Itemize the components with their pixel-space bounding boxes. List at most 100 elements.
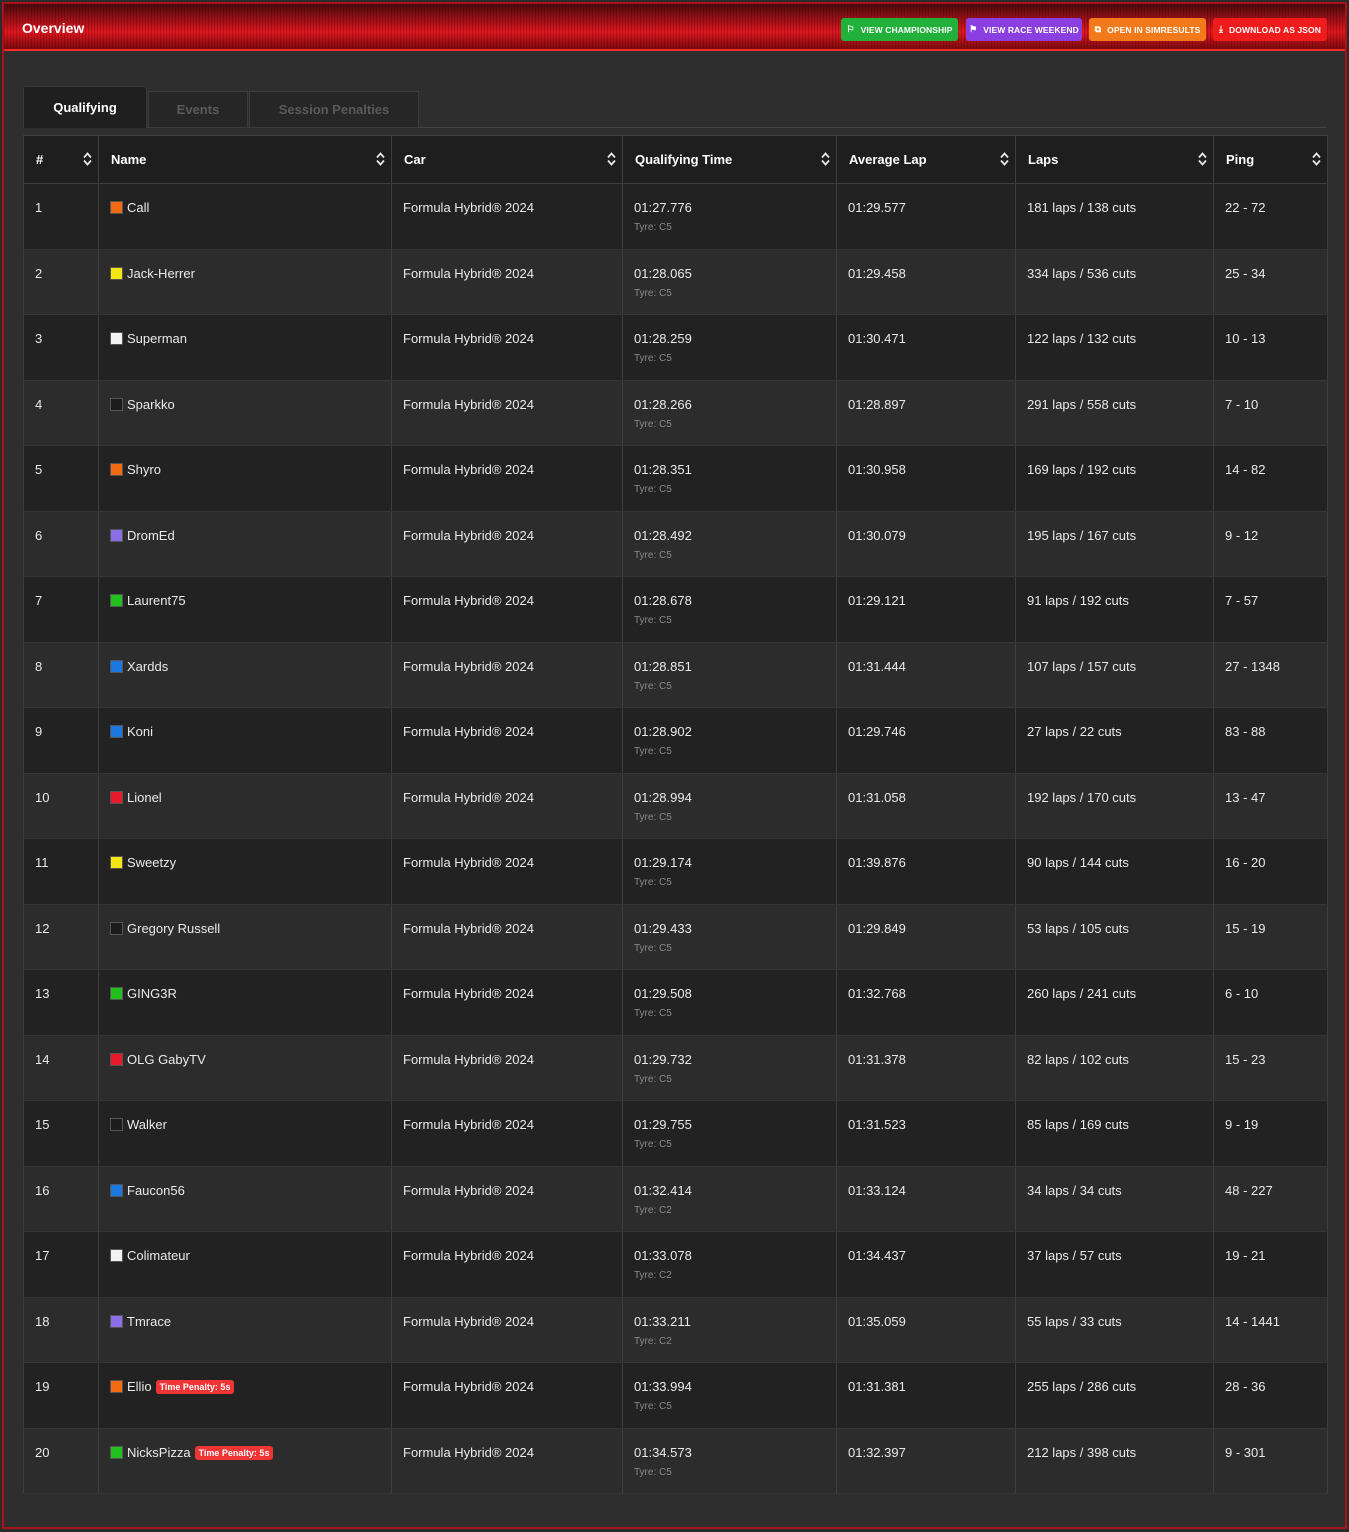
cell-average-lap: 01:30.079 <box>836 511 1016 577</box>
driver-name[interactable]: Shyro <box>127 462 161 477</box>
driver-name[interactable]: Superman <box>127 331 187 346</box>
session-tabs: Qualifying Events Session Penalties <box>23 86 1327 128</box>
cell-laps: 34 laps / 34 cuts <box>1015 1166 1214 1232</box>
table-row[interactable]: 3 Superman Formula Hybrid® 2024 01:28.259 Ty… <box>23 314 1328 381</box>
driver-color-swatch <box>110 332 123 345</box>
driver-color-swatch <box>110 856 123 869</box>
cell-car: Formula Hybrid® 2024 <box>391 707 623 774</box>
column-header-ping[interactable]: Ping <box>1213 135 1328 184</box>
sort-icon[interactable] <box>607 152 616 166</box>
cell-average-lap: 01:29.746 <box>836 707 1016 774</box>
qualifying-time-value: 01:28.492 <box>634 527 692 543</box>
driver-name[interactable]: DromEd <box>127 528 175 543</box>
driver-name[interactable]: Jack-Herrer <box>127 266 195 281</box>
cell-laps: 122 laps / 132 cuts <box>1015 314 1214 381</box>
table-row[interactable]: 5 Shyro Formula Hybrid® 2024 01:28.351 Tyre:… <box>23 445 1328 512</box>
tab-events[interactable]: Events <box>148 91 248 128</box>
qualifying-time-value: 01:27.776 <box>634 200 692 215</box>
cell-ping: 13 - 47 <box>1213 773 1328 839</box>
table-row[interactable]: 17 Colimateur Formula Hybrid® 2024 01:33.07… <box>23 1231 1328 1298</box>
cell-ping: 27 - 1348 <box>1213 642 1328 708</box>
driver-name[interactable]: Koni <box>127 724 153 739</box>
column-header-laps[interactable]: Laps <box>1015 135 1214 184</box>
table-row[interactable]: 2 Jack-Herrer Formula Hybrid® 2024 01:28.06… <box>23 249 1328 315</box>
tab-session-penalties[interactable]: Session Penalties <box>249 91 419 128</box>
driver-name[interactable]: Call <box>127 200 149 215</box>
sort-icon[interactable] <box>1198 152 1207 166</box>
table-row[interactable]: 4 Sparkko Formula Hybrid® 2024 01:28.266 Tyr… <box>23 380 1328 446</box>
table-row[interactable]: 13 GING3R Formula Hybrid® 2024 01:29.508 Tyr… <box>23 969 1328 1036</box>
sort-icon[interactable] <box>821 152 830 166</box>
sort-icon[interactable] <box>83 152 92 166</box>
table-row[interactable]: 15 Walker Formula Hybrid® 2024 01:29.755 Tyr… <box>23 1100 1328 1167</box>
driver-name[interactable]: Sparkko <box>127 397 175 412</box>
driver-name[interactable]: Faucon56 <box>127 1183 185 1198</box>
open-in-simresults-button[interactable]: ⧉ OPEN IN SIMRESULTS <box>1089 18 1206 41</box>
cell-laps: 53 laps / 105 cuts <box>1015 904 1214 970</box>
sort-icon[interactable] <box>376 152 385 166</box>
tyre-label: Tyre: C5 <box>634 746 672 757</box>
driver-name[interactable]: Lionel <box>127 790 162 805</box>
driver-color-swatch <box>110 201 123 214</box>
table-row[interactable]: 11 Sweetzy Formula Hybrid® 2024 01:29.174 Ty… <box>23 838 1328 905</box>
driver-name[interactable]: Sweetzy <box>127 855 176 870</box>
table-row[interactable]: 8 Xardds Formula Hybrid® 2024 01:28.851 Tyre… <box>23 642 1328 708</box>
table-row[interactable]: 10 Lionel Formula Hybrid® 2024 01:28.994 Tyr… <box>23 773 1328 839</box>
table-row[interactable]: 20 NicksPizza Time Penalty: 5s Formula Hybr… <box>23 1428 1328 1494</box>
column-header-car[interactable]: Car <box>391 135 623 184</box>
flags-icon: ⚑ <box>969 24 978 34</box>
driver-name[interactable]: Walker <box>127 1117 167 1132</box>
driver-name[interactable]: Gregory Russell <box>127 921 220 936</box>
column-header-position[interactable]: # <box>23 135 99 184</box>
driver-name[interactable]: OLG GabyTV <box>127 1052 206 1067</box>
column-header-name[interactable]: Name <box>98 135 392 184</box>
table-body: 1 Call Formula Hybrid® 2024 01:27.776 Tyre: … <box>23 183 1328 1494</box>
cell-qualifying-time: 01:32.414 Tyre: C2 <box>622 1166 837 1232</box>
cell-name: OLG GabyTV <box>98 1035 392 1101</box>
cell-qualifying-time: 01:29.174 Tyre: C5 <box>622 838 837 905</box>
cell-average-lap: 01:30.471 <box>836 314 1016 381</box>
cell-position: 9 <box>23 707 99 774</box>
cell-qualifying-time: 01:34.573 Tyre: C5 <box>622 1428 837 1494</box>
qualifying-time-value: 01:34.573 <box>634 1444 692 1460</box>
qualifying-time-value: 01:29.732 <box>634 1051 692 1067</box>
view-championship-button[interactable]: ⚐ VIEW CHAMPIONSHIP <box>841 18 958 41</box>
table-row[interactable]: 7 Laurent75 Formula Hybrid® 2024 01:28.678 T… <box>23 576 1328 643</box>
cell-average-lap: 01:29.121 <box>836 576 1016 643</box>
table-row[interactable]: 19 Ellio Time Penalty: 5s Formula Hybrid® 2… <box>23 1362 1328 1429</box>
cell-laps: 90 laps / 144 cuts <box>1015 838 1214 905</box>
driver-name[interactable]: NicksPizza <box>127 1445 191 1460</box>
table-row[interactable]: 14 OLG GabyTV Formula Hybrid® 2024 01:29.73… <box>23 1035 1328 1101</box>
tyre-label: Tyre: C5 <box>634 1401 672 1412</box>
cell-name: Tmrace <box>98 1297 392 1363</box>
driver-name[interactable]: Colimateur <box>127 1248 190 1263</box>
table-row[interactable]: 16 Faucon56 Formula Hybrid® 2024 01:32.414 T… <box>23 1166 1328 1232</box>
table-row[interactable]: 9 Koni Formula Hybrid® 2024 01:28.902 Tyre: … <box>23 707 1328 774</box>
sort-icon[interactable] <box>1312 152 1321 166</box>
column-header-qualifying-time[interactable]: Qualifying Time <box>622 135 837 184</box>
table-row[interactable]: 6 DromEd Formula Hybrid® 2024 01:28.492 Tyre… <box>23 511 1328 577</box>
cell-laps: 181 laps / 138 cuts <box>1015 183 1214 250</box>
column-header-average-lap[interactable]: Average Lap <box>836 135 1016 184</box>
driver-name[interactable]: Tmrace <box>127 1314 171 1329</box>
table-row[interactable]: 18 Tmrace Formula Hybrid® 2024 01:33.211 Tyr… <box>23 1297 1328 1363</box>
driver-name[interactable]: Ellio <box>127 1379 152 1394</box>
tyre-label: Tyre: C5 <box>634 615 672 626</box>
driver-name[interactable]: GING3R <box>127 986 177 1001</box>
driver-name[interactable]: Xardds <box>127 659 168 674</box>
tyre-label: Tyre: C5 <box>634 484 672 495</box>
cell-car: Formula Hybrid® 2024 <box>391 838 623 905</box>
download-as-json-button[interactable]: ⤓ DOWNLOAD AS JSON <box>1213 18 1327 41</box>
driver-name[interactable]: Laurent75 <box>127 593 186 608</box>
cell-qualifying-time: 01:27.776 Tyre: C5 <box>622 183 837 250</box>
cell-name: Sweetzy <box>98 838 392 905</box>
qualifying-time-value: 01:33.078 <box>634 1248 692 1263</box>
table-row[interactable]: 12 Gregory Russell Formula Hybrid® 2024 01:… <box>23 904 1328 970</box>
tab-qualifying[interactable]: Qualifying <box>23 86 147 128</box>
tyre-label: Tyre: C5 <box>634 1466 672 1478</box>
sort-icon[interactable] <box>1000 152 1009 166</box>
table-row[interactable]: 1 Call Formula Hybrid® 2024 01:27.776 Tyre: … <box>23 183 1328 250</box>
driver-color-swatch <box>110 1314 123 1328</box>
view-race-weekend-button[interactable]: ⚑ VIEW RACE WEEKEND <box>966 18 1082 41</box>
cell-name: Laurent75 <box>98 576 392 643</box>
